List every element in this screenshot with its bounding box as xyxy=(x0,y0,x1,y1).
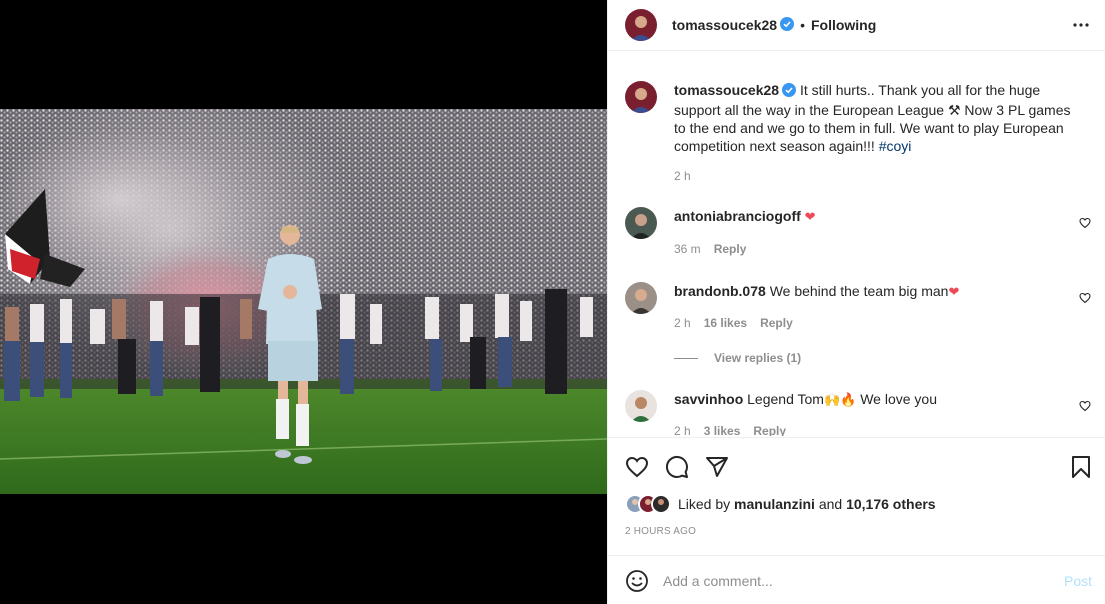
comment-meta: 2 h 3 likes Reply xyxy=(674,424,786,436)
comment-username[interactable]: brandonb.078 xyxy=(674,283,766,299)
comment-meta: 36 m Reply xyxy=(674,242,746,256)
add-comment-bar: Post xyxy=(608,555,1105,604)
post-comment-button[interactable]: Post xyxy=(1064,573,1092,589)
verified-badge-icon xyxy=(782,83,797,101)
hashtag-link[interactable]: #coyi xyxy=(879,138,912,154)
reply-button[interactable]: Reply xyxy=(753,424,786,436)
comment-input[interactable] xyxy=(663,569,1043,593)
comment-text: savvinhoo Legend Tom🙌🔥 We love you xyxy=(674,390,1075,410)
comment-likes[interactable]: 16 likes xyxy=(704,316,747,330)
post-media-panel xyxy=(0,0,607,604)
bookmark-icon[interactable] xyxy=(1069,455,1093,479)
view-replies-button[interactable]: View replies (1) xyxy=(674,351,801,365)
replies-divider xyxy=(674,357,698,359)
comment-username[interactable]: savvinhoo xyxy=(674,391,743,407)
reply-button[interactable]: Reply xyxy=(760,316,793,330)
comment-text: antoniabranciogoff ❤ xyxy=(674,207,1075,227)
more-options-icon[interactable] xyxy=(1072,16,1090,34)
avatar-image xyxy=(625,282,657,314)
comment-item: savvinhoo Legend Tom🙌🔥 We love you 2 h 3… xyxy=(625,390,1095,436)
comment-item: brandonb.078 We behind the team big man❤… xyxy=(625,282,1095,372)
comments-list[interactable]: tomassoucek28 It still hurts.. Thank you… xyxy=(608,52,1105,436)
emoji-icon[interactable] xyxy=(625,569,649,593)
commenter-avatar[interactable] xyxy=(625,207,657,239)
author-avatar[interactable] xyxy=(625,9,657,41)
reply-button[interactable]: Reply xyxy=(714,242,747,256)
author-username[interactable]: tomassoucek28 xyxy=(672,17,777,33)
author-avatar[interactable] xyxy=(625,81,657,113)
comment-meta: 2 h 16 likes Reply xyxy=(674,316,793,330)
likes-middle: and xyxy=(814,496,847,512)
action-bar xyxy=(608,437,1105,492)
likes-text: Liked by manulanzini and 10,176 others xyxy=(678,496,936,512)
caption: tomassoucek28 It still hurts.. Thank you… xyxy=(625,81,1095,191)
post-side-panel: tomassoucek28 • Following tomassoucek28 … xyxy=(607,0,1105,604)
heart-icon[interactable] xyxy=(625,455,649,479)
avatar-image xyxy=(625,81,657,113)
caption-username[interactable]: tomassoucek28 xyxy=(674,82,779,98)
commenter-avatar[interactable] xyxy=(625,390,657,422)
avatar-image xyxy=(625,207,657,239)
comment-body-2: We love you xyxy=(856,391,937,407)
caption-text: tomassoucek28 It still hurts.. Thank you… xyxy=(674,81,1075,155)
comment-username[interactable]: antoniabranciogoff xyxy=(674,208,801,224)
header-name-row: tomassoucek28 • Following xyxy=(672,16,876,34)
commenter-avatar[interactable] xyxy=(625,282,657,314)
comment-likes[interactable]: 3 likes xyxy=(704,424,741,436)
comment-like-heart-icon[interactable] xyxy=(1079,400,1091,412)
comment-text: brandonb.078 We behind the team big man❤ xyxy=(674,282,1075,302)
comment-emoji: ❤ xyxy=(948,285,960,300)
view-replies-label: View replies (1) xyxy=(714,351,802,365)
avatar-image xyxy=(625,390,657,422)
post-header: tomassoucek28 • Following xyxy=(608,0,1105,51)
stadium-photo-image xyxy=(0,109,607,494)
caption-time[interactable]: 2 h xyxy=(674,169,691,183)
header-separator: • xyxy=(800,17,805,33)
caption-meta: 2 h xyxy=(674,169,691,183)
comment-time[interactable]: 2 h xyxy=(674,316,691,330)
likes-prefix: Liked by xyxy=(678,496,735,512)
post-timestamp[interactable]: 2 HOURS AGO xyxy=(625,526,696,537)
comment-time[interactable]: 2 h xyxy=(674,424,691,436)
comment-body: Legend Tom xyxy=(747,391,824,407)
following-button[interactable]: Following xyxy=(811,17,876,33)
comment-body: We behind the team big man xyxy=(769,283,949,299)
comment-time[interactable]: 36 m xyxy=(674,242,701,256)
instagram-post: tomassoucek28 • Following tomassoucek28 … xyxy=(0,0,1105,604)
comment-item: antoniabranciogoff ❤ 36 m Reply xyxy=(625,207,1095,267)
liker-username[interactable]: manulanzini xyxy=(734,496,815,512)
avatar-image xyxy=(625,9,657,41)
comment-icon[interactable] xyxy=(665,455,689,479)
verified-badge-icon xyxy=(780,16,795,34)
share-icon[interactable] xyxy=(705,455,729,479)
liker-avatar xyxy=(651,494,671,514)
post-photo[interactable] xyxy=(0,109,607,494)
likes-count[interactable]: 10,176 others xyxy=(846,496,936,512)
comment-like-heart-icon[interactable] xyxy=(1079,292,1091,304)
comment-emoji: 🙌🔥 xyxy=(823,393,857,408)
likes-summary: Liked by manulanzini and 10,176 others xyxy=(625,494,936,514)
comment-emoji: ❤ xyxy=(804,210,816,225)
comment-like-heart-icon[interactable] xyxy=(1079,217,1091,229)
